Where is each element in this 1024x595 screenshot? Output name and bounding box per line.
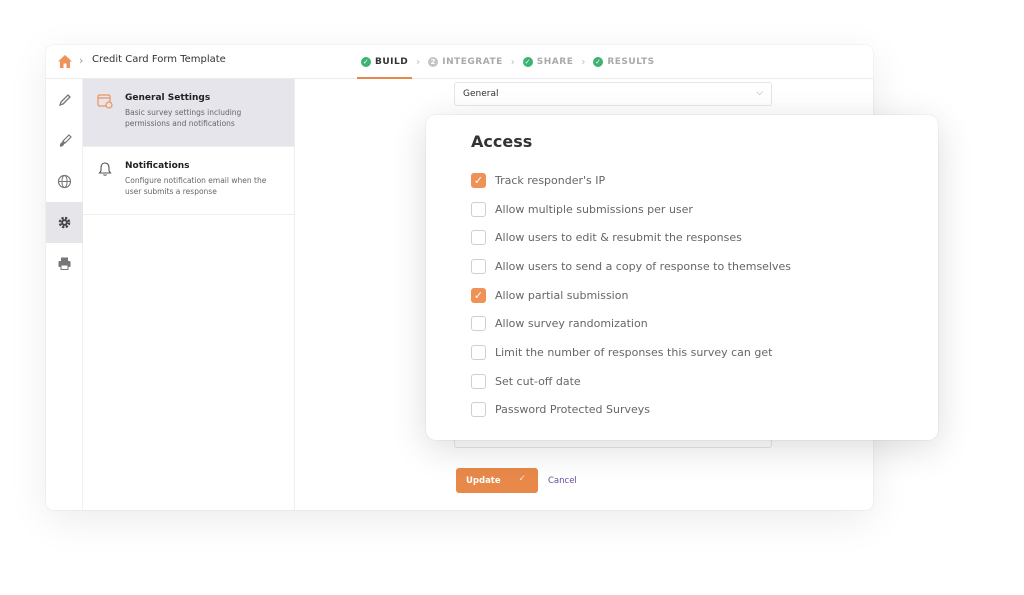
bell-icon: [98, 162, 112, 176]
step-label: BUILD: [375, 57, 409, 67]
setting-description: Configure notification email when the us…: [125, 176, 267, 196]
settings-window-icon: [97, 94, 113, 109]
rail-item-settings[interactable]: [46, 202, 83, 243]
check-circle-icon: ✓: [361, 57, 371, 67]
access-card: Access ✓ Track responder's IP Allow mult…: [426, 115, 938, 440]
check-circle-icon: ✓: [593, 57, 604, 67]
option-partial-submission[interactable]: ✓ Allow partial submission: [471, 281, 791, 310]
paintbrush-icon: [59, 133, 72, 147]
option-label: Set cut-off date: [495, 374, 581, 388]
option-label: Allow partial submission: [495, 288, 629, 302]
settings-panel: General Settings Basic survey settings i…: [83, 79, 295, 510]
option-multiple-submissions[interactable]: Allow multiple submissions per user: [471, 195, 791, 224]
option-edit-resubmit[interactable]: Allow users to edit & resubmit the respo…: [471, 223, 791, 252]
rail-item-edit[interactable]: [46, 79, 83, 120]
option-cutoff-date[interactable]: Set cut-off date: [471, 367, 791, 396]
option-limit-responses[interactable]: Limit the number of responses this surve…: [471, 338, 791, 367]
chevron-right-icon: ›: [416, 56, 421, 68]
pencil-icon: [58, 93, 71, 106]
option-label: Allow survey randomization: [495, 317, 648, 331]
option-randomization[interactable]: Allow survey randomization: [471, 309, 791, 338]
form-title: Credit Card Form Template: [92, 54, 226, 65]
check-circle-icon: ✓: [522, 57, 533, 67]
checkbox-checked[interactable]: ✓: [471, 172, 486, 188]
step-label: INTEGRATE: [442, 57, 503, 67]
option-password-protected[interactable]: Password Protected Surveys: [471, 396, 791, 425]
checkbox[interactable]: [471, 258, 486, 274]
chevron-down-icon: ⌵: [756, 88, 763, 98]
tool-rail: [46, 79, 83, 510]
step-results[interactable]: ✓ RESULTS: [593, 45, 654, 79]
option-label: Allow users to send a copy of response t…: [495, 259, 792, 273]
select-value: General: [463, 89, 499, 99]
option-label: Track responder's IP: [495, 173, 606, 187]
setting-description: Basic survey settings including permissi…: [125, 108, 242, 128]
cancel-link[interactable]: Cancel: [548, 476, 577, 486]
checkbox-checked[interactable]: ✓: [471, 287, 486, 303]
home-icon[interactable]: [57, 54, 73, 69]
chevron-right-icon: ›: [510, 56, 515, 68]
chevron-right-icon: ›: [581, 56, 586, 68]
checkbox[interactable]: [471, 316, 486, 332]
step-number-badge: 2: [428, 57, 439, 67]
gear-icon: [58, 216, 71, 229]
option-track-ip[interactable]: ✓ Track responder's IP: [471, 166, 791, 195]
check-icon: ✓: [518, 474, 526, 484]
checkbox[interactable]: [471, 230, 486, 246]
access-title: Access: [471, 132, 533, 151]
rail-item-language[interactable]: [46, 161, 83, 202]
setting-title: General Settings: [125, 93, 211, 103]
globe-icon: [57, 174, 72, 189]
checkbox[interactable]: [471, 344, 486, 360]
option-label: Allow users to edit & resubmit the respo…: [495, 231, 742, 245]
step-label: RESULTS: [607, 57, 655, 67]
setting-title: Notifications: [125, 161, 190, 171]
access-options: ✓ Track responder's IP Allow multiple su…: [471, 166, 791, 424]
step-integrate[interactable]: 2 INTEGRATE: [428, 45, 503, 79]
step-nav: ✓ BUILD › 2 INTEGRATE › ✓ SHARE › ✓ RESU…: [356, 45, 655, 79]
step-build[interactable]: ✓ BUILD: [356, 45, 413, 79]
step-share[interactable]: ✓ SHARE: [522, 45, 574, 79]
update-button-label: Update: [466, 475, 501, 486]
option-label: Allow multiple submissions per user: [495, 202, 693, 216]
checkbox[interactable]: [471, 373, 486, 389]
setting-notifications[interactable]: Notifications Configure notification ema…: [83, 147, 294, 215]
top-bar: › Credit Card Form Template ✓ BUILD › 2 …: [46, 45, 873, 79]
option-send-copy[interactable]: Allow users to send a copy of response t…: [471, 252, 791, 281]
printer-icon: [58, 257, 71, 270]
option-label: Password Protected Surveys: [495, 403, 651, 417]
setting-general[interactable]: General Settings Basic survey settings i…: [83, 79, 294, 147]
breadcrumb-chevron-icon: ›: [79, 54, 84, 67]
checkbox[interactable]: [471, 201, 486, 217]
option-label: Limit the number of responses this surve…: [495, 345, 773, 359]
update-button[interactable]: Update ✓: [456, 468, 538, 493]
rail-item-design[interactable]: [46, 120, 83, 161]
settings-category-select[interactable]: General ⌵: [454, 82, 772, 106]
rail-item-print[interactable]: [46, 243, 83, 284]
checkbox[interactable]: [471, 402, 486, 418]
step-label: SHARE: [536, 57, 574, 67]
